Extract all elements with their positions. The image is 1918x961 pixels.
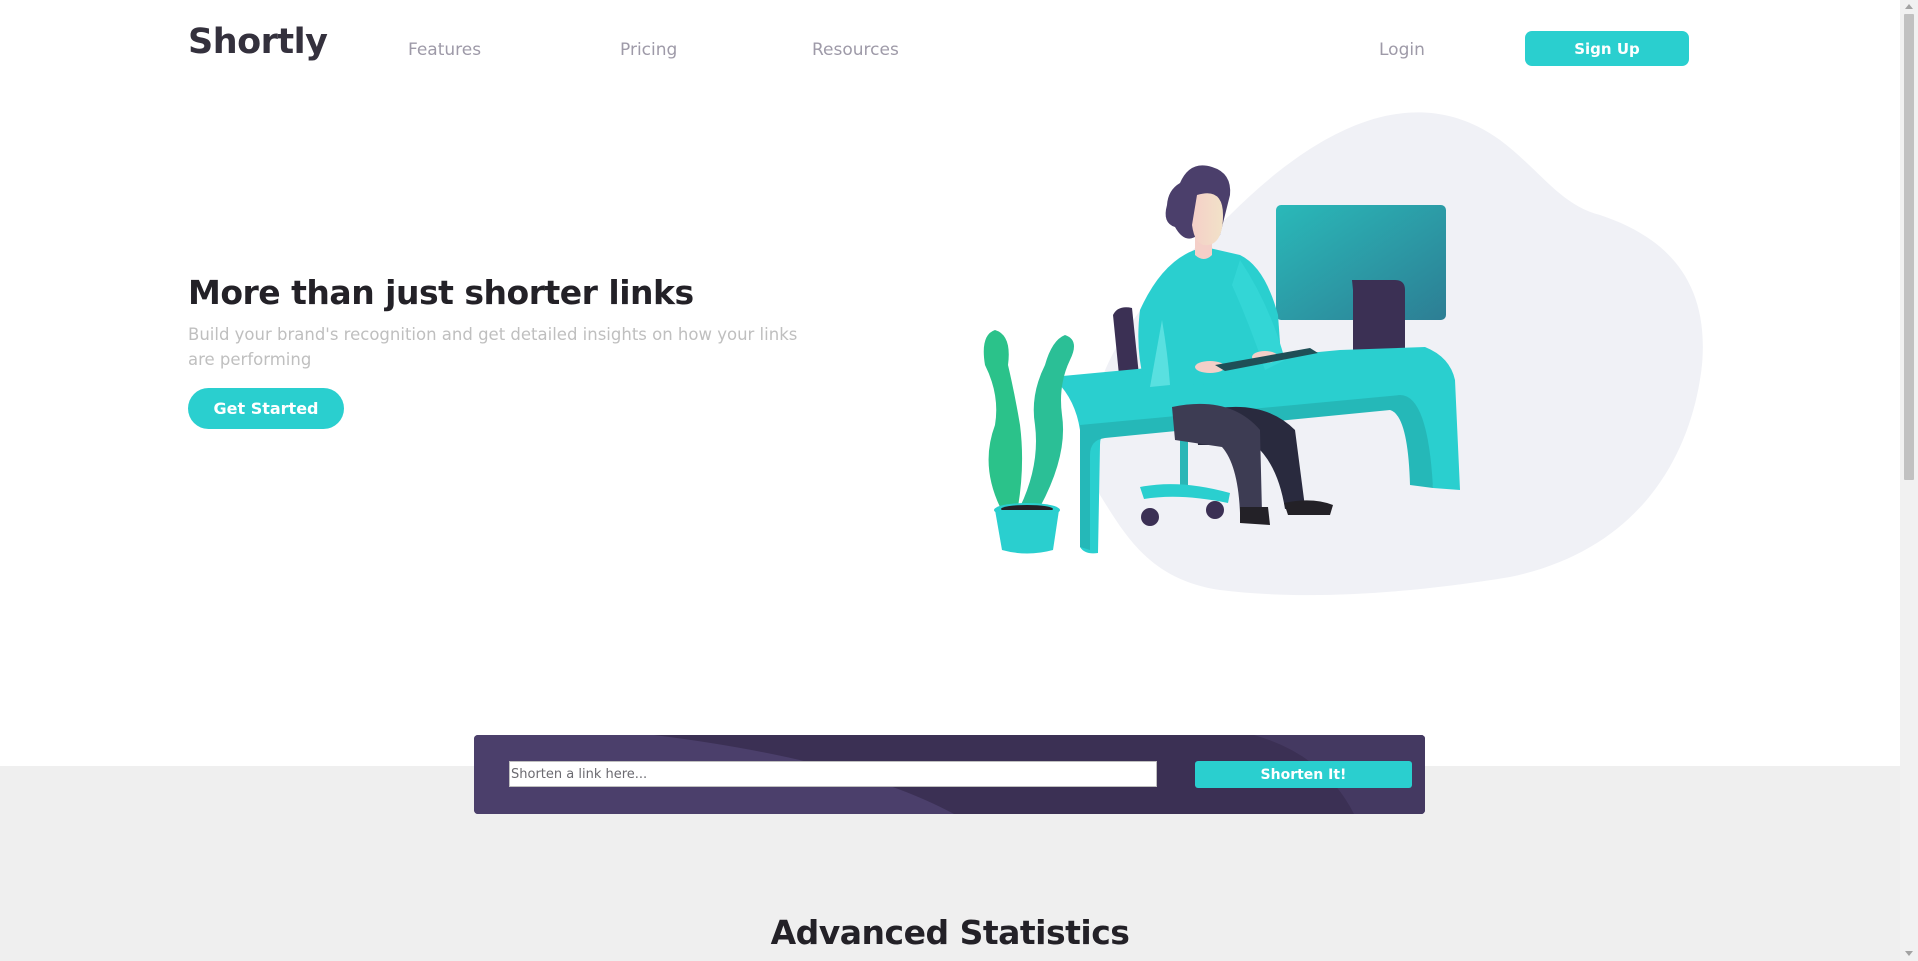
scroll-down-icon[interactable] bbox=[1905, 951, 1913, 956]
scroll-up-icon[interactable] bbox=[1905, 4, 1913, 9]
person-shoe-left bbox=[1240, 507, 1270, 525]
shorten-link-input[interactable] bbox=[509, 761, 1157, 787]
plant-pot bbox=[995, 510, 1059, 554]
plant-leaf-left bbox=[983, 330, 1023, 507]
plant-leaf-right bbox=[1020, 335, 1074, 507]
chair-wheel-right bbox=[1206, 501, 1224, 519]
nav-resources-link[interactable]: Resources bbox=[812, 40, 899, 60]
page: Shortly Features Pricing Resources Login… bbox=[0, 0, 1900, 961]
page-scrollbar[interactable] bbox=[1900, 0, 1918, 961]
get-started-button[interactable]: Get Started bbox=[188, 388, 344, 429]
person-face bbox=[1192, 193, 1223, 246]
signup-button[interactable]: Sign Up bbox=[1525, 31, 1689, 66]
scrollbar-thumb[interactable] bbox=[1904, 14, 1914, 480]
hero-title: More than just shorter links bbox=[188, 273, 694, 312]
hero-subtitle: Build your brand's recognition and get d… bbox=[188, 325, 798, 369]
shorten-form: Shorten It! bbox=[474, 735, 1425, 814]
chair-wheel-left bbox=[1141, 508, 1159, 526]
shorten-button[interactable]: Shorten It! bbox=[1195, 761, 1412, 788]
nav-features-link[interactable]: Features bbox=[408, 40, 481, 60]
person-working-at-desk-illustration bbox=[983, 112, 1703, 596]
advanced-statistics-title: Advanced Statistics bbox=[770, 913, 1130, 952]
nav-pricing-link[interactable]: Pricing bbox=[620, 40, 677, 60]
logo[interactable]: Shortly bbox=[188, 22, 328, 62]
login-link[interactable]: Login bbox=[1379, 40, 1425, 60]
